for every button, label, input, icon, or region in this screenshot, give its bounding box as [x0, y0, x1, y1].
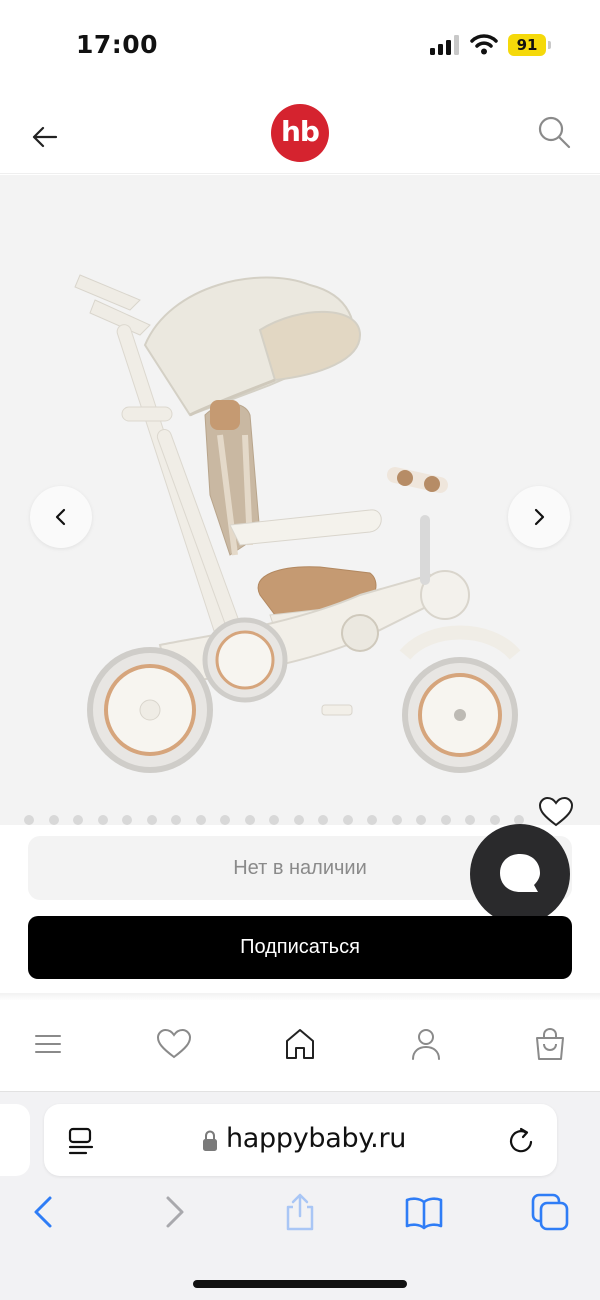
status-time: 17:00 — [76, 30, 159, 59]
chat-icon — [500, 854, 540, 892]
pagination-dot[interactable] — [489, 815, 500, 825]
previous-tab-card[interactable] — [0, 1104, 30, 1176]
pedal — [321, 704, 353, 716]
chevron-right-icon — [534, 508, 545, 526]
pagination-dot[interactable] — [73, 815, 83, 825]
gallery-prev-button[interactable] — [30, 486, 92, 548]
pagination-dot[interactable] — [24, 815, 34, 825]
battery-level: 91 — [508, 34, 546, 56]
gallery-pagination-dots — [24, 815, 544, 825]
gallery-next-button[interactable] — [508, 486, 570, 548]
user-icon — [412, 1029, 440, 1060]
pagination-dot[interactable] — [391, 815, 402, 825]
bookmarks-icon[interactable] — [404, 1192, 444, 1232]
home-icon — [286, 1029, 314, 1059]
pagination-dot[interactable] — [171, 815, 181, 825]
chat-button[interactable] — [470, 824, 570, 924]
pagination-dot[interactable] — [97, 815, 108, 825]
pagination-dot[interactable] — [416, 815, 426, 825]
forward-icon[interactable] — [154, 1192, 194, 1232]
pagination-dot[interactable] — [465, 815, 475, 825]
tab-bar — [0, 1000, 600, 1092]
tab-favorites[interactable] — [154, 1024, 194, 1064]
home-indicator — [193, 1280, 407, 1288]
pagination-dot[interactable] — [48, 815, 59, 825]
wifi-icon — [470, 34, 498, 55]
signal-icon — [430, 35, 459, 55]
menu-icon — [35, 1035, 61, 1053]
logo[interactable]: hb — [271, 104, 329, 162]
back-arrow-icon[interactable] — [28, 122, 62, 152]
canopy — [143, 276, 362, 417]
pagination-dot[interactable] — [146, 815, 157, 825]
chevron-left-icon — [55, 508, 66, 526]
rear-wheel — [87, 647, 213, 773]
pagination-dot[interactable] — [342, 815, 353, 825]
address-bar[interactable]: happybaby.ru — [44, 1104, 557, 1176]
tabs-icon[interactable] — [530, 1192, 570, 1232]
reload-icon[interactable] — [506, 1126, 536, 1156]
lock-icon — [203, 1130, 217, 1151]
heart-icon[interactable] — [538, 796, 574, 828]
pagination-dot[interactable] — [293, 815, 304, 825]
pagination-dot[interactable] — [220, 815, 230, 825]
battery-tip — [548, 41, 551, 49]
share-icon[interactable] — [280, 1192, 320, 1232]
subscribe-button[interactable]: Подписаться — [28, 916, 572, 979]
pagination-dot[interactable] — [269, 815, 279, 825]
rear-wheel-back — [202, 617, 288, 703]
reader-icon[interactable] — [66, 1126, 96, 1156]
pagination-dot[interactable] — [244, 815, 255, 825]
heart-icon — [156, 1028, 192, 1059]
search-icon[interactable] — [536, 114, 572, 150]
product-image-tricycle[interactable]: mercury — [60, 255, 540, 795]
battery-icon: 91 — [508, 34, 552, 56]
status-bar: 17:00 91 — [0, 0, 600, 90]
pagination-dot[interactable] — [318, 815, 328, 825]
tab-home[interactable] — [280, 1024, 320, 1064]
front-wheel — [399, 625, 521, 773]
cart-icon — [536, 1027, 564, 1060]
pagination-dot[interactable] — [440, 815, 451, 825]
tab-cart[interactable] — [530, 1024, 570, 1064]
pagination-dot[interactable] — [122, 815, 132, 825]
tab-menu[interactable] — [28, 1024, 68, 1064]
handlebar — [387, 467, 448, 493]
product-gallery[interactable]: mercury — [0, 175, 600, 825]
url-text[interactable]: happybaby.ru — [226, 1123, 406, 1154]
pagination-dot[interactable] — [195, 815, 206, 825]
back-icon[interactable] — [24, 1192, 64, 1232]
seat — [204, 400, 382, 631]
site-header: hb — [0, 90, 600, 174]
browser-chrome: happybaby.ru — [0, 1092, 600, 1300]
tab-profile[interactable] — [406, 1024, 446, 1064]
pagination-dot[interactable] — [367, 815, 377, 825]
